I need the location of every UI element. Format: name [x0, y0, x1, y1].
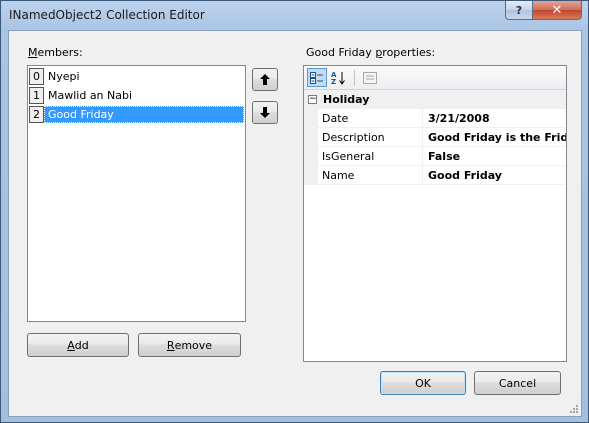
collection-editor-window: INamedObject2 Collection Editor ? ✕ Memb…	[0, 0, 589, 423]
list-item-selected[interactable]: 2 Good Friday	[29, 105, 244, 123]
help-button[interactable]: ?	[505, 1, 533, 20]
window-title: INamedObject2 Collection Editor	[9, 8, 205, 22]
property-grid-toolbar: A Z	[304, 66, 566, 90]
close-icon: ✕	[551, 2, 563, 18]
member-index: 2	[29, 105, 44, 123]
close-button[interactable]: ✕	[532, 1, 582, 20]
properties-label: Good Friday properties:	[306, 46, 436, 59]
property-name: Description	[318, 128, 423, 146]
member-name: Good Friday	[44, 105, 244, 123]
property-value[interactable]: Good Friday is the Friday	[423, 128, 566, 146]
property-value[interactable]: False	[423, 147, 566, 165]
remove-button[interactable]: Remove	[138, 333, 241, 357]
toolbar-separator	[354, 69, 355, 86]
property-name: Name	[318, 166, 423, 184]
property-pages-icon	[363, 71, 377, 84]
property-row[interactable]: IsGeneral False	[304, 147, 566, 166]
members-list[interactable]: 0 Nyepi 1 Mawlid an Nabi 2 Good Friday	[27, 65, 246, 322]
category-holiday[interactable]: − Holiday	[304, 90, 566, 109]
add-button[interactable]: Add	[27, 333, 129, 357]
property-row[interactable]: Date 3/21/2008	[304, 109, 566, 128]
list-item[interactable]: 1 Mawlid an Nabi	[29, 86, 244, 104]
member-name: Nyepi	[48, 69, 80, 83]
categorized-button[interactable]	[307, 68, 327, 87]
svg-text:Z: Z	[331, 78, 336, 85]
collapse-icon[interactable]: −	[308, 95, 317, 104]
property-name: Date	[318, 109, 423, 127]
help-icon: ?	[515, 3, 523, 17]
arrow-down-icon	[260, 107, 270, 118]
members-label: Members:	[28, 46, 83, 59]
dialog-client-area: Members: 0 Nyepi 1 Mawlid an Nabi 2 Good…	[8, 30, 582, 417]
property-value[interactable]: 3/21/2008	[423, 109, 566, 127]
arrow-up-icon	[260, 74, 270, 85]
categorized-icon	[310, 71, 323, 84]
alphabetical-button[interactable]: A Z	[329, 68, 349, 87]
ok-button[interactable]: OK	[380, 371, 466, 395]
category-label: Holiday	[323, 93, 370, 106]
property-row[interactable]: Name Good Friday	[304, 166, 566, 185]
member-index: 0	[29, 67, 44, 85]
property-pages-button[interactable]	[360, 68, 380, 87]
alphabetical-icon: A Z	[331, 71, 345, 85]
member-name: Mawlid an Nabi	[48, 88, 133, 102]
resize-grip-icon[interactable]	[569, 404, 579, 414]
move-up-button[interactable]	[252, 68, 278, 91]
list-item[interactable]: 0 Nyepi	[29, 67, 244, 85]
member-index: 1	[29, 86, 44, 104]
move-down-button[interactable]	[252, 101, 278, 124]
property-value[interactable]: Good Friday	[423, 166, 566, 184]
property-row[interactable]: Description Good Friday is the Friday	[304, 128, 566, 147]
property-grid[interactable]: A Z − Holiday Date 3/21/2008 Description…	[303, 65, 567, 362]
property-name: IsGeneral	[318, 147, 423, 165]
title-bar[interactable]: INamedObject2 Collection Editor ? ✕	[1, 1, 588, 29]
cancel-button[interactable]: Cancel	[474, 371, 561, 395]
